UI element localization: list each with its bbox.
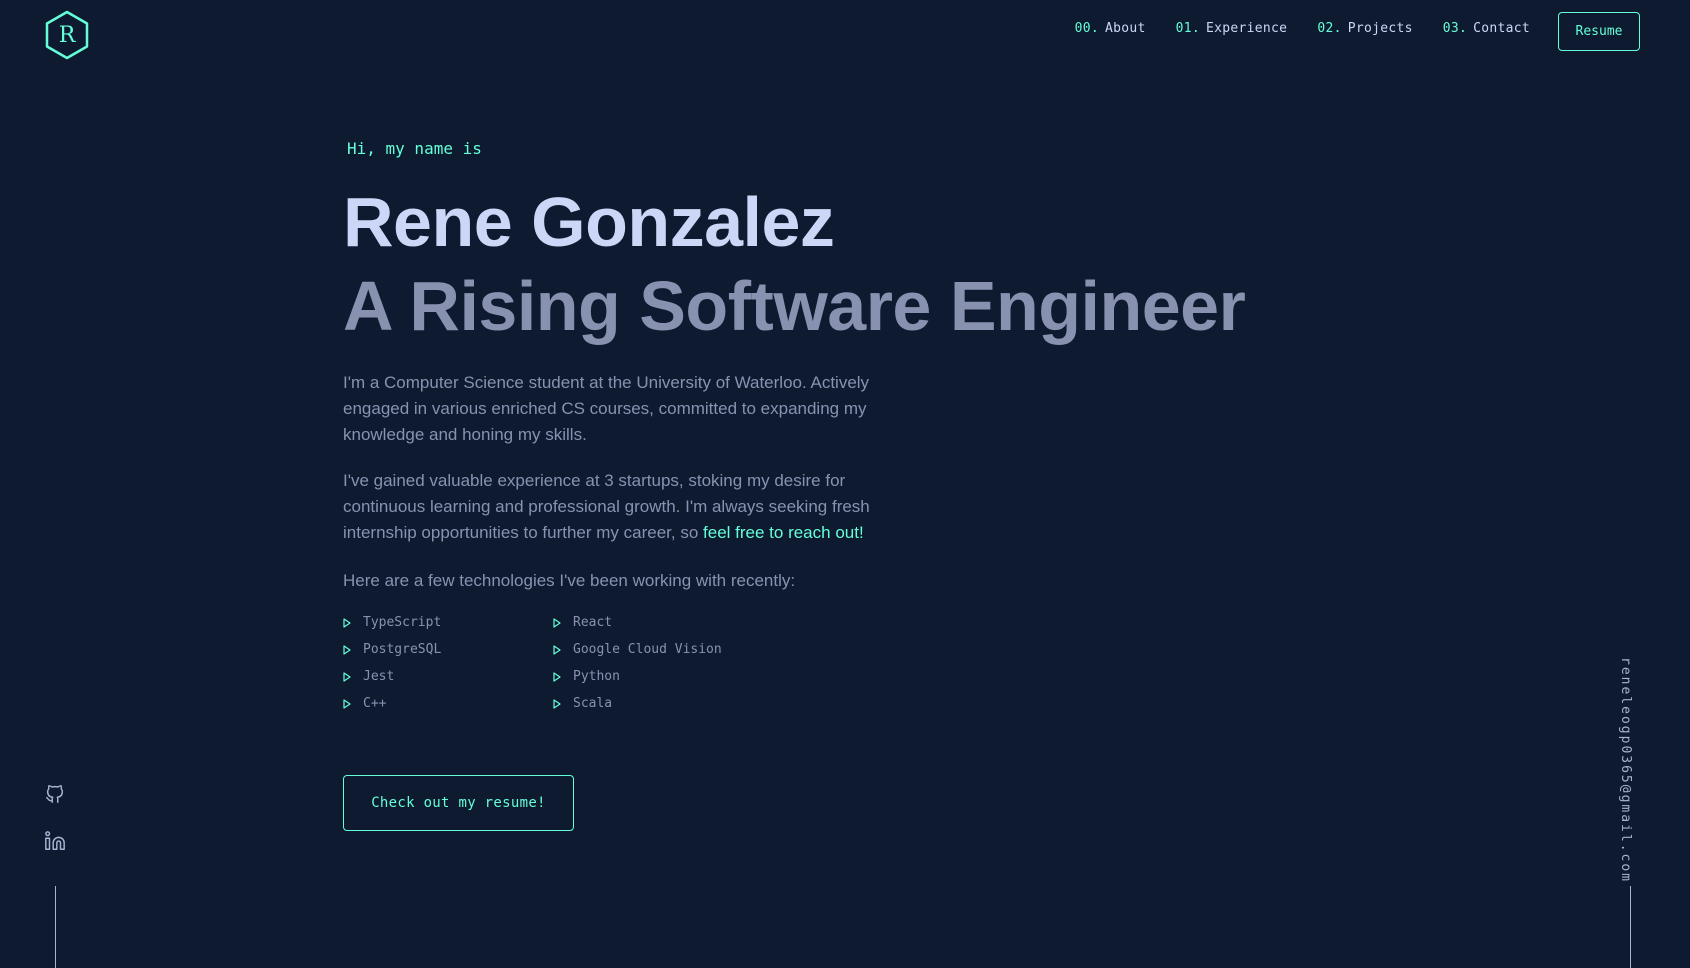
triangle-bullet-icon	[553, 644, 561, 655]
hero-tagline: A Rising Software Engineer	[343, 267, 1246, 345]
technology-name: PostgreSQL	[363, 642, 442, 657]
triangle-bullet-icon	[343, 617, 351, 628]
hero-name: Rene Gonzalez	[343, 183, 835, 261]
left-vertical-line	[55, 886, 56, 968]
nav-number: 01.	[1175, 21, 1201, 36]
triangle-bullet-icon	[553, 698, 561, 709]
technology-list: TypeScript React PostgreSQL Google Cloud…	[343, 613, 843, 713]
technology-name: Google Cloud Vision	[573, 642, 722, 657]
triangle-bullet-icon	[553, 617, 561, 628]
nav-item-experience[interactable]: 01. Experience	[1176, 21, 1288, 36]
list-item: C++	[343, 694, 553, 713]
list-item: Google Cloud Vision	[553, 640, 813, 659]
github-icon[interactable]	[44, 783, 66, 805]
technology-name: C++	[363, 696, 387, 711]
list-item: React	[553, 613, 813, 632]
main-nav: 00. About 01. Experience 02. Projects 03. Co…	[1075, 21, 1530, 36]
nav-number: 00.	[1074, 21, 1099, 36]
linkedin-icon[interactable]	[44, 830, 66, 852]
list-item: Jest	[343, 667, 553, 686]
check-resume-button[interactable]: Check out my resume!	[343, 775, 574, 831]
nav-number: 03.	[1442, 21, 1468, 36]
triangle-bullet-icon	[553, 671, 561, 682]
nav-item-about[interactable]: 00. About	[1075, 21, 1146, 36]
logo[interactable]: R	[44, 10, 90, 60]
triangle-bullet-icon	[343, 671, 351, 682]
technology-name: React	[573, 615, 613, 630]
list-item: PostgreSQL	[343, 640, 553, 659]
technology-name: Scala	[573, 696, 613, 711]
experience-paragraph: I've gained valuable experience at 3 sta…	[343, 468, 913, 546]
social-links	[44, 783, 66, 852]
reach-out-link[interactable]: feel free to reach out!	[703, 523, 864, 542]
technology-name: Python	[573, 669, 620, 684]
intro-paragraph: I'm a Computer Science student at the Un…	[343, 373, 870, 444]
resume-button[interactable]: Resume	[1558, 12, 1640, 51]
technology-name: TypeScript	[363, 615, 442, 630]
triangle-bullet-icon	[343, 644, 351, 655]
triangle-bullet-icon	[343, 698, 351, 709]
tech-intro: Here are a few technologies I've been wo…	[343, 571, 796, 590]
list-item: Python	[553, 667, 813, 686]
right-vertical-line	[1630, 886, 1631, 968]
greeting: Hi, my name is	[347, 139, 482, 158]
nav-label: Projects	[1347, 21, 1413, 36]
list-item: Scala	[553, 694, 813, 713]
nav-label: Experience	[1206, 21, 1288, 36]
logo-letter: R	[58, 22, 76, 48]
nav-item-contact[interactable]: 03. Contact	[1443, 21, 1530, 36]
nav-label: About	[1105, 21, 1146, 36]
nav-label: Contact	[1473, 21, 1530, 36]
technology-name: Jest	[363, 669, 395, 684]
nav-number: 02.	[1317, 21, 1342, 36]
nav-item-projects[interactable]: 02. Projects	[1317, 21, 1412, 36]
list-item: TypeScript	[343, 613, 553, 632]
email-link[interactable]: reneleogp0365@gmail.com	[1618, 657, 1633, 883]
